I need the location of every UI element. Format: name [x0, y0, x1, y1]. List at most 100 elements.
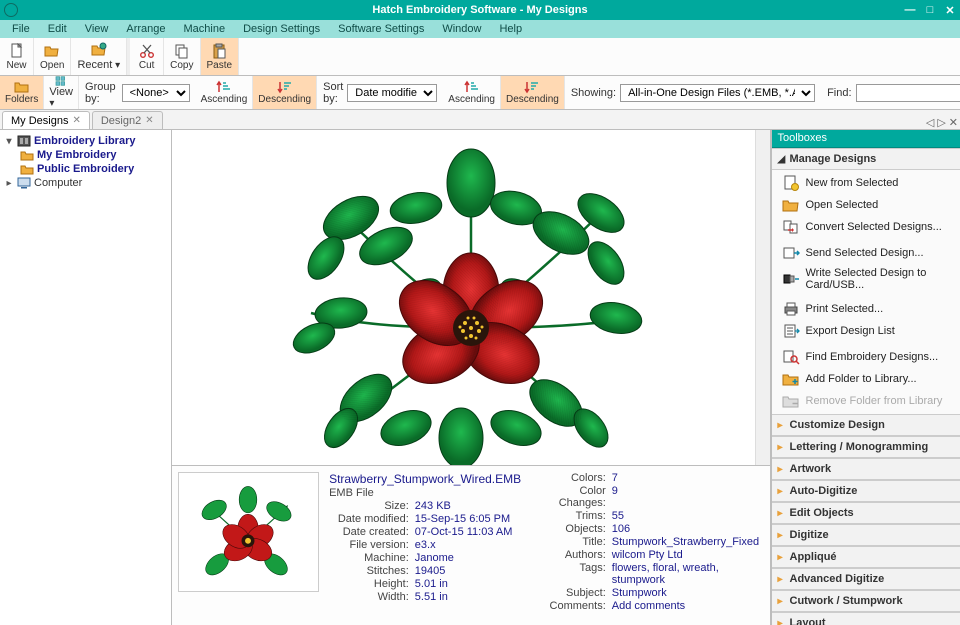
detail-machine: Janome	[415, 552, 521, 564]
folder-tree: ▾ Embroidery Library My Embroidery Publi…	[0, 130, 172, 625]
tab-nav: ◁ ▷ ✕	[926, 116, 958, 129]
item-new-from-selected[interactable]: New from Selected	[772, 172, 960, 194]
app-icon	[4, 3, 18, 17]
convert-icon	[782, 219, 800, 235]
section-manage-designs[interactable]: ◢Manage Designs	[772, 148, 960, 170]
detail-title: Stumpwork_Strawberry_Fixed	[612, 536, 764, 548]
group-descending-button[interactable]: Descending	[253, 76, 317, 109]
item-write-to-card[interactable]: Write Selected Design to Card/USB...	[772, 264, 960, 294]
item-export-list[interactable]: Export Design List	[772, 320, 960, 342]
item-send-design[interactable]: Send Selected Design...	[772, 242, 960, 264]
item-open-selected[interactable]: Open Selected	[772, 194, 960, 216]
view-mode-button[interactable]: View ▾	[44, 76, 79, 109]
tree-item-computer[interactable]: ▸ Computer	[2, 176, 169, 190]
section-lettering[interactable]: ▸Lettering / Monogramming	[772, 436, 960, 458]
folder-open-icon	[782, 197, 800, 213]
group-ascending-button[interactable]: Ascending	[196, 76, 254, 109]
showing-select[interactable]: All-in-One Design Files (*.EMB, *.ART*, …	[620, 84, 815, 102]
sort-by-select[interactable]: Date modified	[347, 84, 437, 102]
embroidery-design-preview	[256, 130, 686, 465]
scissors-icon	[139, 43, 155, 59]
detail-authors: wilcom Pty Ltd	[612, 549, 764, 561]
detail-subject: Stumpwork	[612, 587, 764, 599]
workspace: ▾ Embroidery Library My Embroidery Publi…	[0, 130, 960, 625]
tab-design2[interactable]: Design2 ✕	[92, 111, 163, 129]
design-details-pane: Strawberry_Stumpwork_Wired.EMB EMB File …	[172, 465, 770, 625]
recent-button[interactable]: Recent ▾	[71, 38, 127, 75]
sort-by-label: Sort by:	[323, 81, 343, 105]
new-button[interactable]: New	[0, 38, 34, 75]
export-list-icon	[782, 323, 800, 339]
menu-file[interactable]: File	[4, 21, 38, 37]
vertical-scrollbar[interactable]	[755, 130, 770, 465]
window-title: Hatch Embroidery Software - My Designs	[372, 4, 587, 16]
section-auto-digitize[interactable]: ▸Auto-Digitize	[772, 480, 960, 502]
section-customize-design[interactable]: ▸Customize Design	[772, 414, 960, 436]
group-by-segment: Group by: <None>	[79, 76, 196, 109]
item-convert-designs[interactable]: Convert Selected Designs...	[772, 216, 960, 238]
section-digitize[interactable]: ▸Digitize	[772, 524, 960, 546]
section-artwork[interactable]: ▸Artwork	[772, 458, 960, 480]
item-find-designs[interactable]: Find Embroidery Designs...	[772, 346, 960, 368]
menu-help[interactable]: Help	[491, 21, 530, 37]
section-cutwork[interactable]: ▸Cutwork / Stumpwork	[772, 590, 960, 612]
copy-button[interactable]: Copy	[164, 38, 200, 75]
menu-window[interactable]: Window	[434, 21, 489, 37]
section-layout[interactable]: ▸Layout	[772, 612, 960, 625]
close-button[interactable]: ✕	[940, 4, 960, 17]
new-design-icon	[782, 175, 800, 191]
usb-icon	[782, 271, 800, 287]
search-icon	[782, 349, 800, 365]
tab-my-designs[interactable]: My Designs ✕	[2, 111, 90, 129]
open-button[interactable]: Open	[34, 38, 71, 75]
detail-trims: 55	[612, 510, 764, 522]
sort-ascending-button[interactable]: Ascending	[443, 76, 501, 109]
section-advanced-digitize[interactable]: ▸Advanced Digitize	[772, 568, 960, 590]
tree-root-embroidery-library[interactable]: ▾ Embroidery Library	[2, 134, 169, 148]
tab-next-button[interactable]: ▷	[937, 116, 945, 129]
expand-icon[interactable]: ▸	[4, 178, 14, 189]
section-applique[interactable]: ▸Appliqué	[772, 546, 960, 568]
cut-button[interactable]: Cut	[130, 38, 164, 75]
document-tabs: My Designs ✕ Design2 ✕ ◁ ▷ ✕	[0, 110, 960, 130]
menu-view[interactable]: View	[77, 21, 117, 37]
main-toolbar: New Open Recent ▾ Cut Copy Paste	[0, 38, 960, 76]
close-tab-icon[interactable]: ✕	[145, 115, 153, 126]
design-thumbnail[interactable]	[178, 472, 319, 592]
detail-objects: 106	[612, 523, 764, 535]
menu-software-settings[interactable]: Software Settings	[330, 21, 432, 37]
detail-size: 243 KB	[415, 500, 521, 512]
sort-descending-button[interactable]: Descending	[501, 76, 565, 109]
group-by-select[interactable]: <None>	[122, 84, 190, 102]
add-folder-icon	[782, 371, 800, 387]
showing-segment: Showing: All-in-One Design Files (*.EMB,…	[565, 76, 821, 109]
maximize-button[interactable]: □	[920, 4, 940, 17]
find-segment: Find:	[821, 76, 960, 109]
folders-toggle[interactable]: Folders	[0, 76, 44, 109]
item-remove-folder: Remove Folder from Library	[772, 390, 960, 412]
find-input[interactable]	[856, 84, 960, 102]
menu-arrange[interactable]: Arrange	[118, 21, 173, 37]
section-edit-objects[interactable]: ▸Edit Objects	[772, 502, 960, 524]
tab-prev-button[interactable]: ◁	[926, 116, 934, 129]
tree-item-public-embroidery[interactable]: Public Embroidery	[2, 162, 169, 176]
menu-machine[interactable]: Machine	[176, 21, 234, 37]
detail-column-1: Strawberry_Stumpwork_Wired.EMB EMB File …	[329, 472, 521, 619]
title-bar: Hatch Embroidery Software - My Designs —…	[0, 0, 960, 20]
menu-design-settings[interactable]: Design Settings	[235, 21, 328, 37]
close-tab-icon[interactable]: ✕	[72, 115, 80, 126]
paste-button[interactable]: Paste	[201, 38, 240, 75]
tree-item-my-embroidery[interactable]: My Embroidery	[2, 148, 169, 162]
view-grid-icon	[53, 76, 69, 86]
detail-comments[interactable]: Add comments	[612, 600, 764, 612]
design-canvas[interactable]	[172, 130, 770, 465]
menu-edit[interactable]: Edit	[40, 21, 75, 37]
collapse-icon[interactable]: ▾	[4, 136, 14, 147]
sort-desc-icon	[277, 80, 293, 94]
item-add-folder[interactable]: Add Folder to Library...	[772, 368, 960, 390]
sort-asc-icon	[464, 80, 480, 94]
tab-close-button[interactable]: ✕	[949, 116, 958, 129]
sort-by-segment: Sort by: Date modified	[317, 76, 443, 109]
minimize-button[interactable]: —	[900, 4, 920, 17]
item-print-selected[interactable]: Print Selected...	[772, 298, 960, 320]
